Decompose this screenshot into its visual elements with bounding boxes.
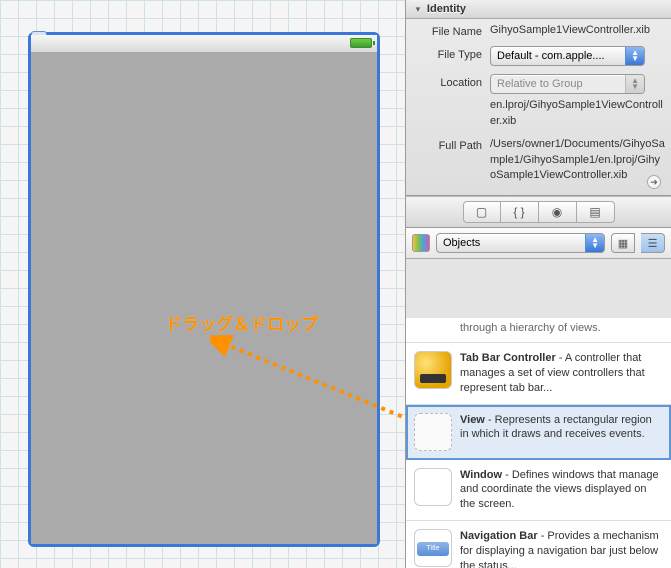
library-toolbar: Objects ▲▼ ▦ ☰ <box>406 228 671 259</box>
location-select-value: Relative to Group <box>497 78 583 90</box>
view-canvas[interactable]: × <box>28 32 380 547</box>
location-label: Location <box>412 74 490 89</box>
file-type-select[interactable]: Default - com.apple.... ▲▼ <box>490 46 645 66</box>
location-select[interactable]: Relative to Group ▲▼ <box>490 74 645 94</box>
file-type-label: File Type <box>412 46 490 61</box>
location-path: en.lproj/GihyoSample1ViewController.xib <box>490 98 665 129</box>
full-path-value: /Users/owner1/Documents/GihyoSample1/Gih… <box>490 137 665 183</box>
file-type-select-value: Default - com.apple.... <box>497 50 605 62</box>
library-objects-value: Objects <box>443 237 480 249</box>
list-item-text: View - Represents a rectangular region i… <box>460 413 663 451</box>
library-list[interactable]: through a hierarchy of views. Tab Bar Co… <box>406 318 671 568</box>
file-name-label: File Name <box>412 23 490 38</box>
mode-file-icon[interactable]: ▢ <box>463 201 501 223</box>
mode-object-icon[interactable]: ◉ <box>539 201 577 223</box>
canvas-grid: × <box>0 0 405 568</box>
view-mode-list-icon[interactable]: ☰ <box>641 233 665 253</box>
mode-code-icon[interactable]: { } <box>501 201 539 223</box>
list-item-view[interactable]: View - Represents a rectangular region i… <box>406 405 671 460</box>
view-mode-grid-icon[interactable]: ▦ <box>611 233 635 253</box>
library-mode-bar: ▢ { } ◉ ▤ <box>406 196 671 228</box>
identity-inspector: Identity File Name GihyoSample1ViewContr… <box>406 0 671 196</box>
view-content-area[interactable] <box>31 53 377 544</box>
section-header-identity[interactable]: Identity <box>406 0 671 19</box>
annotation-label: ドラッグ＆ドロップ <box>165 310 318 335</box>
status-bar <box>31 35 377 53</box>
navigation-bar-icon <box>414 529 452 567</box>
window-icon <box>414 468 452 506</box>
list-item-text: Window - Defines windows that manage and… <box>460 468 663 513</box>
list-item-navigation-bar[interactable]: Navigation Bar - Provides a mechanism fo… <box>406 521 671 568</box>
list-item-text: Navigation Bar - Provides a mechanism fo… <box>460 529 663 568</box>
view-icon <box>414 413 452 451</box>
tab-bar-controller-icon <box>414 351 452 389</box>
library-objects-select[interactable]: Objects ▲▼ <box>436 233 605 253</box>
list-item-truncated: through a hierarchy of views. <box>406 318 671 343</box>
mode-media-icon[interactable]: ▤ <box>577 201 615 223</box>
battery-icon <box>350 38 372 48</box>
file-name-value: GihyoSample1ViewController.xib <box>490 23 665 38</box>
library-icon <box>412 234 430 252</box>
right-panel: Identity File Name GihyoSample1ViewContr… <box>405 0 671 568</box>
list-item-window[interactable]: Window - Defines windows that manage and… <box>406 460 671 522</box>
list-item-tab-bar-controller[interactable]: Tab Bar Controller - A controller that m… <box>406 343 671 405</box>
list-item-text: Tab Bar Controller - A controller that m… <box>460 351 663 396</box>
full-path-label: Full Path <box>412 137 490 152</box>
